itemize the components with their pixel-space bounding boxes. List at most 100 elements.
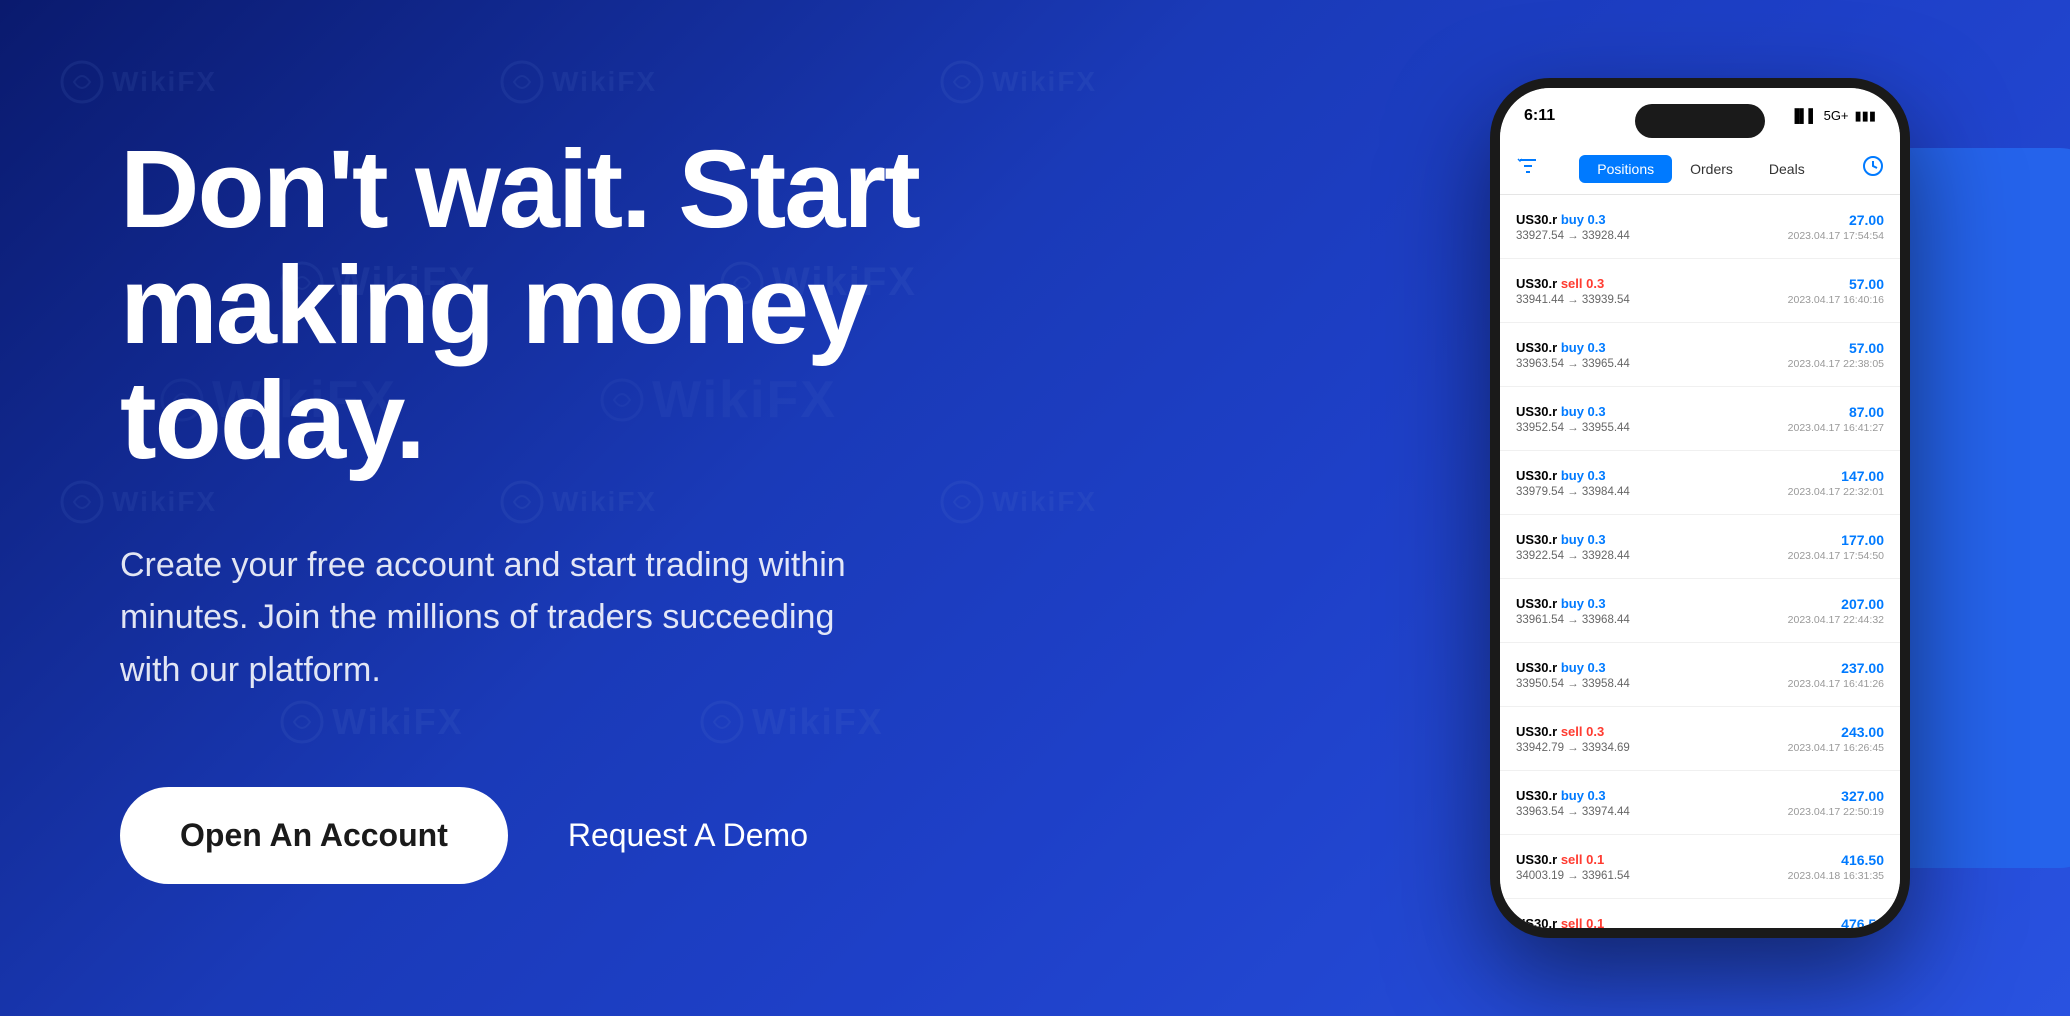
trade-instrument: US30.r sell 0.3 xyxy=(1516,276,1788,291)
trade-row: US30.r buy 0.3 33952.54 → 33955.44 87.00… xyxy=(1500,387,1900,451)
trade-left: US30.r buy 0.3 33922.54 → 33928.44 xyxy=(1516,532,1788,562)
tab-orders[interactable]: Orders xyxy=(1672,155,1751,183)
hero-subtitle: Create your free account and start tradi… xyxy=(120,539,880,697)
hero-content: Don't wait. Startmaking money today. Cre… xyxy=(0,132,920,884)
trade-row: US30.r sell 0.1 34003.19 → 33961.54 416.… xyxy=(1500,835,1900,899)
trade-instrument: US30.r buy 0.3 xyxy=(1516,340,1788,355)
trade-left: US30.r sell 0.3 33941.44 → 33939.54 xyxy=(1516,276,1788,306)
trade-pnl: 147.00 xyxy=(1788,468,1884,484)
phone-mockup: 6:11 ▐▌▌ 5G+ ▮▮▮ P xyxy=(1490,78,1910,938)
trade-instrument: US30.r buy 0.3 xyxy=(1516,468,1788,483)
trade-row: US30.r buy 0.3 33922.54 → 33928.44 177.0… xyxy=(1500,515,1900,579)
trade-pnl: 243.00 xyxy=(1788,724,1884,740)
trade-row: US30.r sell 0.1 34009.19 → 33961.54 476.… xyxy=(1500,899,1900,928)
trade-row: US30.r sell 0.3 33941.44 → 33939.54 57.0… xyxy=(1500,259,1900,323)
trade-time: 2023.04.17 22:44:32 xyxy=(1788,614,1884,626)
trade-prices: 33961.54 → 33968.44 xyxy=(1516,614,1788,626)
trade-prices: 33963.54 → 33965.44 xyxy=(1516,358,1788,370)
trade-pnl: 87.00 xyxy=(1788,404,1884,420)
trade-time: 2023.04.17 16:41:27 xyxy=(1788,422,1884,434)
trade-time: 2023.04.17 17:54:50 xyxy=(1788,550,1884,562)
request-demo-button[interactable]: Request A Demo xyxy=(568,817,808,854)
trade-row: US30.r buy 0.3 33963.54 → 33965.44 57.00… xyxy=(1500,323,1900,387)
trade-left: US30.r sell 0.1 34009.19 → 33961.54 xyxy=(1516,916,1788,929)
trade-pnl: 177.00 xyxy=(1788,532,1884,548)
tab-group: Positions Orders Deals xyxy=(1579,155,1822,183)
tab-positions[interactable]: Positions xyxy=(1579,155,1672,183)
phone-mockup-wrapper: 6:11 ▐▌▌ 5G+ ▮▮▮ P xyxy=(1650,78,2070,938)
trade-right: 207.00 2023.04.17 22:44:32 xyxy=(1788,596,1884,626)
trade-row: US30.r buy 0.3 33979.54 → 33984.44 147.0… xyxy=(1500,451,1900,515)
trade-prices: 33941.44 → 33939.54 xyxy=(1516,294,1788,306)
trade-time: 2023.04.17 22:38:05 xyxy=(1788,358,1884,370)
trade-instrument: US30.r buy 0.3 xyxy=(1516,660,1788,675)
cta-buttons: Open An Account Request A Demo xyxy=(120,787,920,884)
open-account-button[interactable]: Open An Account xyxy=(120,787,508,884)
trade-pnl: 57.00 xyxy=(1788,276,1884,292)
trade-right: 327.00 2023.04.17 22:50:19 xyxy=(1788,788,1884,818)
trade-right: 243.00 2023.04.17 16:26:45 xyxy=(1788,724,1884,754)
trade-row: US30.r sell 0.3 33942.79 → 33934.69 243.… xyxy=(1500,707,1900,771)
trade-left: US30.r sell 0.1 34003.19 → 33961.54 xyxy=(1516,852,1788,882)
hero-section: WikiFX WikiFX WikiFX WikiFX WikiFX WikiF… xyxy=(0,0,2070,1016)
trade-time: 2023.04.17 16:40:16 xyxy=(1788,294,1884,306)
trade-prices: 33963.54 → 33974.44 xyxy=(1516,806,1788,818)
trade-pnl: 327.00 xyxy=(1788,788,1884,804)
trade-instrument: US30.r buy 0.3 xyxy=(1516,404,1788,419)
trade-left: US30.r buy 0.3 33950.54 → 33958.44 xyxy=(1516,660,1788,690)
trade-right: 27.00 2023.04.17 17:54:54 xyxy=(1788,212,1884,242)
trade-prices: 33979.54 → 33984.44 xyxy=(1516,486,1788,498)
trades-list: US30.r buy 0.3 33927.54 → 33928.44 27.00… xyxy=(1500,195,1900,928)
trade-prices: 33950.54 → 33958.44 xyxy=(1516,678,1788,690)
trade-pnl: 27.00 xyxy=(1788,212,1884,228)
trade-pnl: 476.50 xyxy=(1788,916,1884,929)
trade-prices: 33952.54 → 33955.44 xyxy=(1516,422,1788,434)
status-icons: ▐▌▌ 5G+ ▮▮▮ xyxy=(1790,108,1876,124)
trade-pnl: 57.00 xyxy=(1788,340,1884,356)
status-time: 6:11 xyxy=(1524,107,1555,125)
trade-prices: 33927.54 → 33928.44 xyxy=(1516,230,1788,242)
trade-instrument: US30.r buy 0.3 xyxy=(1516,532,1788,547)
tab-deals[interactable]: Deals xyxy=(1751,155,1823,183)
clock-icon[interactable] xyxy=(1862,155,1884,182)
trade-row: US30.r buy 0.3 33950.54 → 33958.44 237.0… xyxy=(1500,643,1900,707)
trade-prices: 34003.19 → 33961.54 xyxy=(1516,870,1788,882)
trade-right: 237.00 2023.04.17 16:41:26 xyxy=(1788,660,1884,690)
trade-time: 2023.04.17 16:26:45 xyxy=(1788,742,1884,754)
trade-right: 57.00 2023.04.17 22:38:05 xyxy=(1788,340,1884,370)
signal-icon: ▐▌▌ xyxy=(1790,108,1818,123)
trade-left: US30.r buy 0.3 33979.54 → 33984.44 xyxy=(1516,468,1788,498)
trade-row: US30.r buy 0.3 33961.54 → 33968.44 207.0… xyxy=(1500,579,1900,643)
trade-time: 2023.04.17 16:41:26 xyxy=(1788,678,1884,690)
trade-right: 177.00 2023.04.17 17:54:50 xyxy=(1788,532,1884,562)
trade-prices: 33942.79 → 33934.69 xyxy=(1516,742,1788,754)
battery-icon: ▮▮▮ xyxy=(1855,108,1876,124)
trade-left: US30.r buy 0.3 33963.54 → 33965.44 xyxy=(1516,340,1788,370)
app-header: Positions Orders Deals xyxy=(1500,143,1900,195)
filter-icon[interactable] xyxy=(1516,154,1540,183)
trade-instrument: US30.r sell 0.1 xyxy=(1516,852,1788,867)
trade-pnl: 416.50 xyxy=(1788,852,1884,868)
trade-left: US30.r buy 0.3 33927.54 → 33928.44 xyxy=(1516,212,1788,242)
trade-pnl: 237.00 xyxy=(1788,660,1884,676)
trade-time: 2023.04.18 16:31:35 xyxy=(1788,870,1884,882)
trade-time: 2023.04.17 22:32:01 xyxy=(1788,486,1884,498)
network-type: 5G+ xyxy=(1824,108,1849,123)
trade-time: 2023.04.17 17:54:54 xyxy=(1788,230,1884,242)
trade-right: 87.00 2023.04.17 16:41:27 xyxy=(1788,404,1884,434)
trade-left: US30.r buy 0.3 33952.54 → 33955.44 xyxy=(1516,404,1788,434)
trade-right: 416.50 2023.04.18 16:31:35 xyxy=(1788,852,1884,882)
trade-left: US30.r buy 0.3 33963.54 → 33974.44 xyxy=(1516,788,1788,818)
hero-title: Don't wait. Startmaking money today. xyxy=(120,132,920,479)
trade-time: 2023.04.17 22:50:19 xyxy=(1788,806,1884,818)
trade-right: 147.00 2023.04.17 22:32:01 xyxy=(1788,468,1884,498)
trade-instrument: US30.r buy 0.3 xyxy=(1516,788,1788,803)
trade-pnl: 207.00 xyxy=(1788,596,1884,612)
trade-right: 476.50 2023.04.18 16:31:35 xyxy=(1788,916,1884,929)
dynamic-island xyxy=(1635,104,1765,138)
trade-instrument: US30.r buy 0.3 xyxy=(1516,212,1788,227)
trade-right: 57.00 2023.04.17 16:40:16 xyxy=(1788,276,1884,306)
trade-row: US30.r buy 0.3 33927.54 → 33928.44 27.00… xyxy=(1500,195,1900,259)
trade-instrument: US30.r buy 0.3 xyxy=(1516,596,1788,611)
trade-instrument: US30.r sell 0.1 xyxy=(1516,916,1788,929)
